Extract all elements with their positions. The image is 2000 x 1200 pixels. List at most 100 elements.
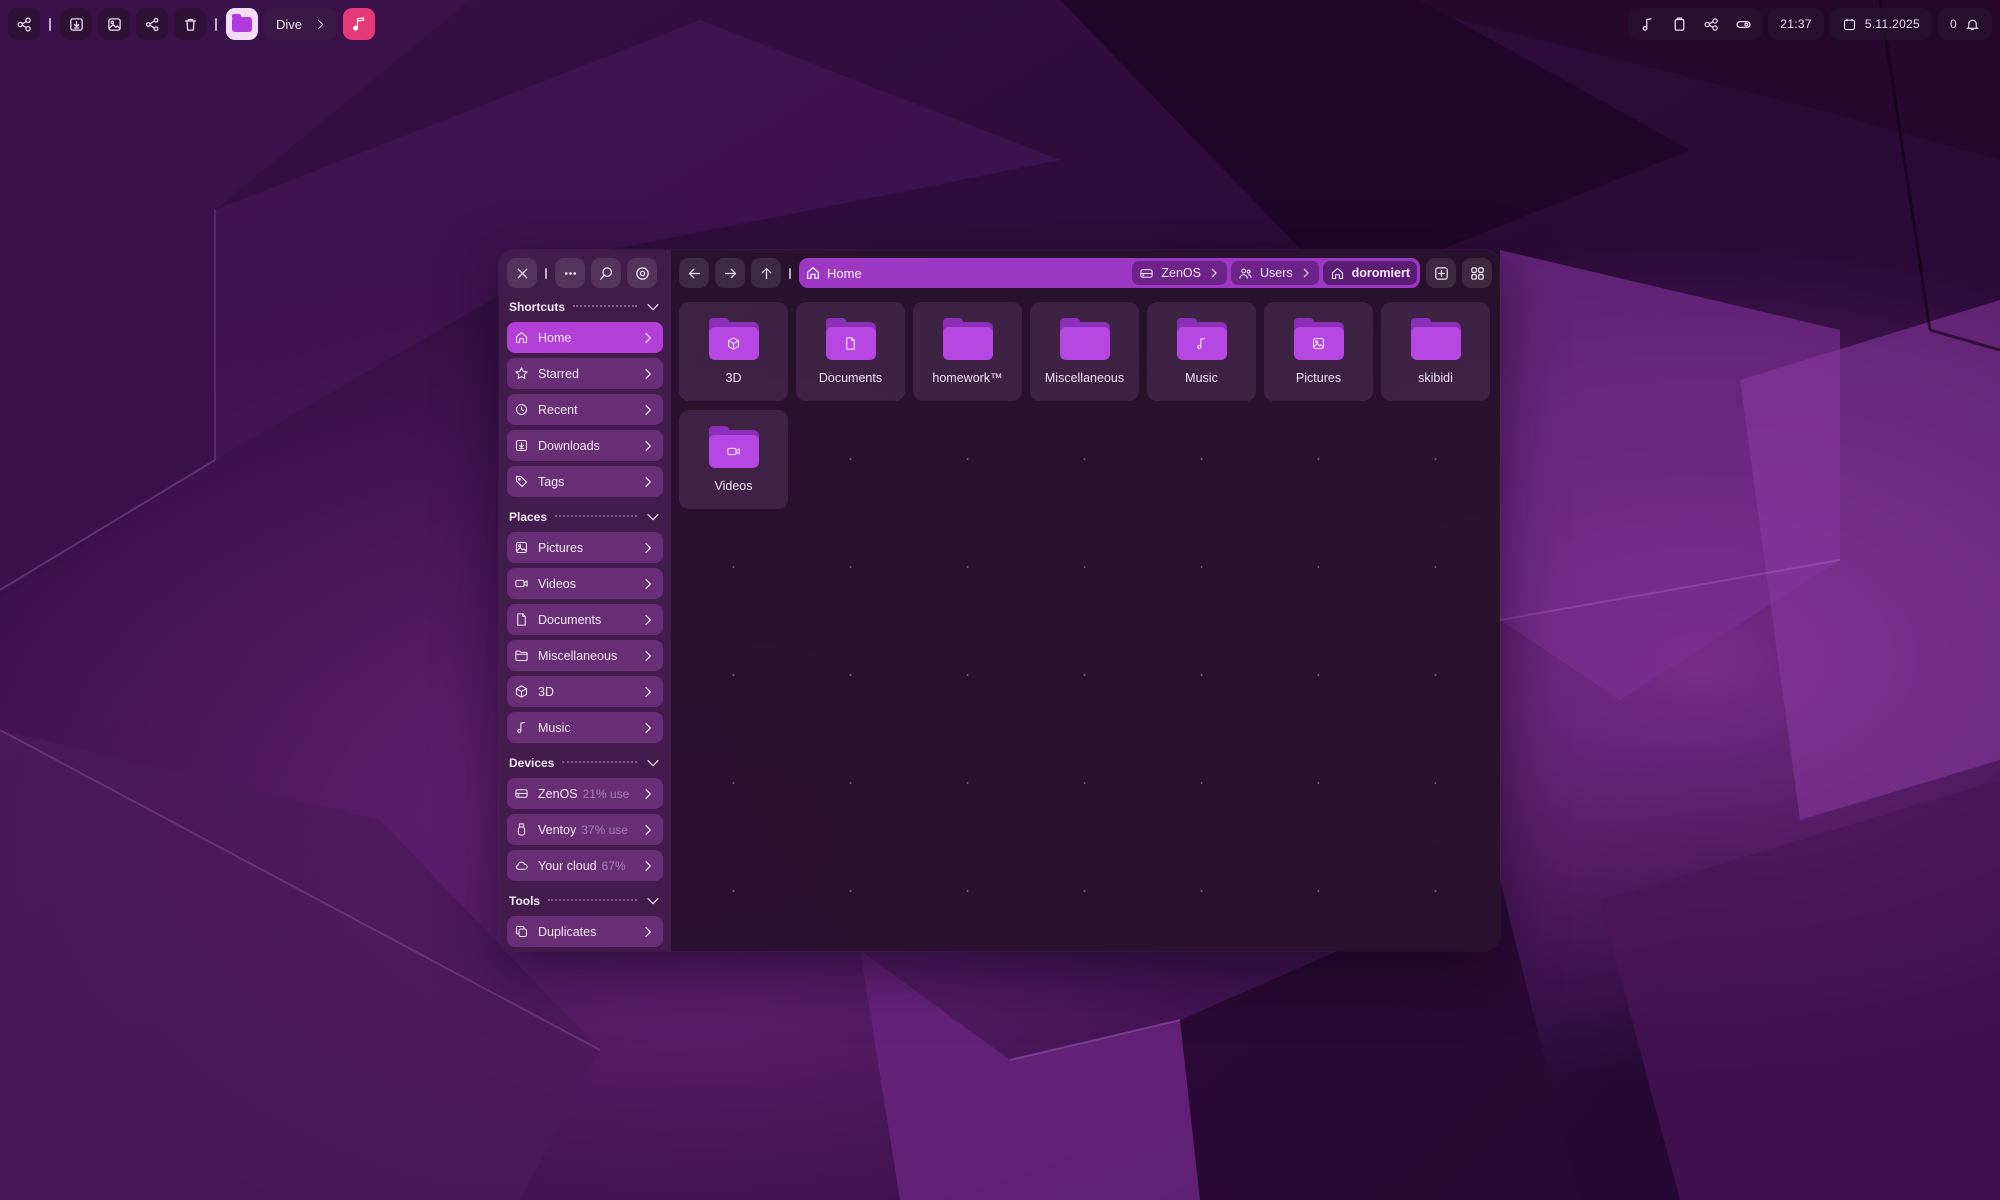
sidebar-item-ventoy[interactable]: Ventoy 37% use: [507, 814, 663, 845]
home-icon: [805, 265, 821, 281]
music-app-button[interactable]: [343, 8, 376, 40]
file-manager-window: Shortcuts Home Starred Recent Downloads …: [499, 250, 1500, 951]
settings-button[interactable]: [627, 258, 657, 288]
sidebar-toolbar: [507, 258, 663, 288]
forward-button[interactable]: [715, 258, 745, 288]
image-icon: [514, 540, 529, 555]
clock-widget[interactable]: 21:37: [1768, 8, 1824, 40]
sidebar-item-recent[interactable]: Recent: [507, 394, 663, 425]
folder-item-videos[interactable]: Videos: [679, 410, 788, 509]
sidebar-item-home[interactable]: Home: [507, 322, 663, 353]
section-header-devices[interactable]: Devices: [507, 748, 663, 778]
add-icon: [1434, 266, 1448, 280]
arrow-up-icon: [761, 267, 771, 279]
new-folder-button[interactable]: [1426, 258, 1456, 288]
chevron-down-icon: [647, 759, 659, 767]
clipboard-tray-button[interactable]: [1664, 8, 1694, 40]
sidebar-item-tags[interactable]: Tags: [507, 466, 663, 497]
screenshot-button[interactable]: [98, 8, 130, 40]
folder-icon: [1176, 318, 1227, 360]
section-header-shortcuts[interactable]: Shortcuts: [507, 292, 663, 322]
up-button[interactable]: [751, 258, 781, 288]
folder-grid: 3D Documents homework™ Miscellaneous Mus…: [679, 302, 1490, 509]
topbar-separator: [49, 17, 51, 31]
active-app-label: Dive: [276, 16, 303, 32]
close-icon: [517, 268, 527, 278]
more-options-button[interactable]: [555, 258, 585, 288]
section-dots: [573, 305, 637, 307]
search-icon: [599, 266, 612, 280]
network-tray-button[interactable]: [1696, 8, 1726, 40]
sidebar-item-label: Recent: [538, 402, 578, 417]
share-icon: [145, 17, 158, 31]
folder-item-miscellaneous[interactable]: Miscellaneous: [1030, 302, 1139, 401]
arrow-left-icon: [688, 268, 700, 278]
music-note-icon: [1642, 17, 1652, 31]
download-icon: [514, 438, 529, 453]
sidebar-item-videos[interactable]: Videos: [507, 568, 663, 599]
trash-button[interactable]: [174, 8, 206, 40]
section-header-places[interactable]: Places: [507, 502, 663, 532]
folder-item-3d[interactable]: 3D: [679, 302, 788, 401]
folder-icon: [1410, 318, 1461, 360]
folder-icon: [1059, 318, 1110, 360]
folder-icon: [825, 318, 876, 360]
sidebar-item-miscellaneous[interactable]: Miscellaneous: [507, 640, 663, 671]
document-icon: [514, 612, 529, 627]
share-button[interactable]: [136, 8, 168, 40]
folder-item-music[interactable]: Music: [1147, 302, 1256, 401]
folder-item-documents[interactable]: Documents: [796, 302, 905, 401]
sidebar-item-label: Pictures: [538, 540, 584, 555]
close-window-button[interactable]: [507, 258, 537, 288]
sidebar-item-documents[interactable]: Documents: [507, 604, 663, 635]
folder-item-skibidi[interactable]: skibidi: [1381, 302, 1490, 401]
chevron-right-icon: [641, 685, 655, 699]
sidebar-item-label: 3D: [538, 684, 554, 699]
chevron-right-icon: [1208, 267, 1220, 279]
section-title: Tools: [509, 894, 541, 908]
sidebar-item-3d[interactable]: 3D: [507, 676, 663, 707]
folder-item-homework[interactable]: homework™: [913, 302, 1022, 401]
sidebar-item-duplicates[interactable]: Duplicates: [507, 916, 663, 947]
share-nodes-button[interactable]: [8, 8, 40, 40]
download-button[interactable]: [60, 8, 92, 40]
chevron-right-icon: [641, 649, 655, 663]
image-icon: [107, 17, 121, 31]
sidebar-item-label: ZenOS: [538, 786, 578, 801]
active-app-pill[interactable]: Dive: [264, 8, 338, 40]
toggle-tray-button[interactable]: [1728, 8, 1758, 40]
sidebar-item-music[interactable]: Music: [507, 712, 663, 743]
calendar-icon: [1843, 18, 1855, 30]
notifications-widget[interactable]: 0: [1938, 8, 1992, 40]
search-button[interactable]: [591, 258, 621, 288]
date-widget[interactable]: 5.11.2025: [1829, 8, 1933, 40]
back-button[interactable]: [679, 258, 709, 288]
breadcrumb-users[interactable]: Users: [1231, 261, 1319, 285]
breadcrumb-zenos[interactable]: ZenOS: [1132, 261, 1227, 285]
bell-icon: [1966, 19, 1979, 30]
arrow-right-icon: [724, 268, 736, 278]
sidebar-item-zenos[interactable]: ZenOS 21% use: [507, 778, 663, 809]
sidebar-item-pictures[interactable]: Pictures: [507, 532, 663, 563]
sidebar-item-downloads[interactable]: Downloads: [507, 430, 663, 461]
section-header-tools[interactable]: Tools: [507, 886, 663, 916]
duplicates-icon: [514, 924, 529, 939]
section-dots: [555, 515, 637, 517]
sidebar-item-starred[interactable]: Starred: [507, 358, 663, 389]
clock-icon: [514, 402, 529, 417]
section-dots: [562, 761, 637, 763]
folder-item-pictures[interactable]: Pictures: [1264, 302, 1373, 401]
section-dots: [548, 899, 637, 901]
file-manager-app-button[interactable]: [226, 8, 258, 40]
music-tray-button[interactable]: [1632, 8, 1662, 40]
folder-icon: [1293, 318, 1344, 360]
topbar-separator: [215, 17, 217, 31]
usage-text: 37% use: [581, 822, 628, 837]
chevron-right-icon: [641, 859, 655, 873]
path-bar[interactable]: Home ZenOS Users doromiert: [799, 258, 1420, 288]
folder-name: Music: [1185, 371, 1218, 385]
grid-view-button[interactable]: [1462, 258, 1492, 288]
sidebar-item-your-cloud[interactable]: Your cloud 67%: [507, 850, 663, 881]
breadcrumb-doromiert[interactable]: doromiert: [1322, 261, 1417, 285]
chevron-right-icon: [641, 541, 655, 555]
